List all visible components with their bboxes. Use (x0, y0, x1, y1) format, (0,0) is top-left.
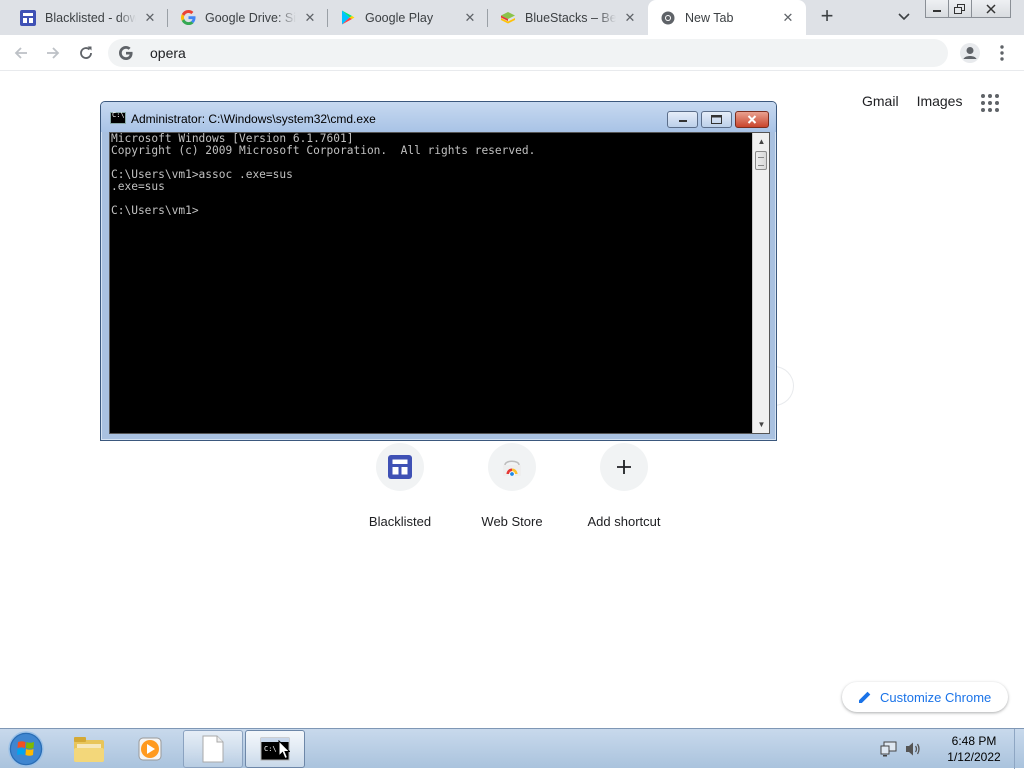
gmail-link[interactable]: Gmail (862, 93, 899, 109)
tab-close-icon[interactable]: ✕ (780, 10, 796, 26)
mouse-cursor-icon (278, 740, 290, 760)
address-bar[interactable] (108, 39, 948, 67)
back-arrow-icon[interactable] (9, 41, 33, 65)
tab-strip: Blacklisted - dow ✕ Google Drive: Sig ✕ … (0, 0, 1024, 36)
tab-close-icon[interactable]: ✕ (622, 10, 638, 26)
pencil-icon (858, 690, 872, 704)
bluestacks-icon (500, 10, 516, 26)
tab-title: Google Play (365, 10, 434, 25)
tab-close-icon[interactable]: ✕ (302, 10, 318, 26)
close-icon[interactable] (735, 111, 769, 128)
cmd-titlebar[interactable]: Administrator: C:\Windows\system32\cmd.e… (101, 102, 776, 132)
reload-icon[interactable] (74, 41, 98, 65)
restore-icon[interactable] (948, 0, 972, 18)
cmd-window[interactable]: Administrator: C:\Windows\system32\cmd.e… (100, 101, 777, 441)
shortcut-blacklisted[interactable]: Blacklisted (344, 443, 456, 533)
shortcut-web-store[interactable]: Web Store (456, 443, 568, 533)
clock-date: 1/12/2022 (947, 750, 1001, 764)
blacklisted-favicon-icon (388, 455, 412, 479)
close-window-icon[interactable] (971, 0, 1011, 18)
clock-time: 6:48 PM (951, 734, 997, 748)
shortcut-label: Web Store (481, 514, 543, 529)
system-tray (880, 729, 928, 769)
maximize-icon[interactable] (701, 111, 732, 128)
minimize-icon[interactable] (667, 111, 698, 128)
tab-close-icon[interactable]: ✕ (462, 10, 478, 26)
shortcut-label: Add shortcut (587, 514, 661, 529)
shortcut-tile (376, 443, 424, 491)
plus-icon (617, 460, 631, 474)
cmd-scrollbar[interactable]: ▲ ▼ (752, 133, 769, 433)
taskbar-explorer-icon[interactable] (59, 730, 119, 768)
tab-title: New Tab (685, 11, 734, 25)
taskbar-notepad-icon[interactable] (183, 730, 243, 768)
tab-google-play[interactable]: Google Play ✕ (328, 0, 488, 35)
browser-toolbar (0, 35, 1024, 71)
profile-avatar-icon[interactable] (958, 41, 982, 65)
show-desktop-button[interactable] (1014, 729, 1024, 769)
tab-new-tab[interactable]: New Tab ✕ (648, 0, 806, 36)
taskbar-clock[interactable]: 6:48 PM 1/12/2022 (934, 733, 1014, 765)
svg-text:C:\: C:\ (264, 745, 277, 753)
cmd-app-icon (110, 111, 126, 124)
cmd-window-controls (664, 111, 769, 128)
tab-search-chevron-icon[interactable] (893, 7, 915, 27)
images-link[interactable]: Images (917, 93, 963, 109)
google-apps-icon[interactable] (981, 94, 999, 112)
tab-blacklisted[interactable]: Blacklisted - dow ✕ (8, 0, 168, 35)
web-store-icon (503, 460, 521, 476)
browser-window-controls (925, 0, 1011, 18)
scroll-up-arrow-icon[interactable]: ▲ (753, 133, 770, 150)
taskbar-media-player-icon[interactable] (120, 730, 180, 768)
shortcut-tile (600, 443, 648, 491)
blacklisted-favicon-icon (20, 9, 36, 26)
tab-title: Blacklisted - dow (45, 10, 136, 25)
network-icon[interactable] (880, 740, 898, 758)
minimize-icon[interactable] (925, 0, 949, 18)
customize-label: Customize Chrome (880, 689, 992, 705)
google-g-icon (180, 10, 196, 26)
shortcut-label: Blacklisted (368, 514, 432, 529)
ntp-header-links: Gmail Images (862, 93, 980, 109)
chrome-icon (660, 10, 676, 26)
tab-google-drive[interactable]: Google Drive: Sig ✕ (168, 0, 328, 35)
taskbar-cmd-icon[interactable]: C:\ (245, 730, 305, 768)
taskbar: C:\ 6:48 PM 1/12/2022 (0, 728, 1024, 769)
google-play-icon (340, 10, 356, 26)
google-g-icon (118, 45, 134, 61)
tab-bluestacks[interactable]: BlueStacks – Best ✕ (488, 0, 648, 35)
tab-title: Google Drive: Sig (205, 10, 296, 25)
new-tab-plus-icon[interactable]: + (815, 5, 839, 29)
kebab-menu-icon[interactable] (992, 41, 1012, 65)
shortcut-tile (488, 443, 536, 491)
customize-chrome-button[interactable]: Customize Chrome (842, 682, 1008, 712)
scroll-thumb[interactable] (755, 151, 767, 170)
volume-icon[interactable] (904, 740, 922, 758)
tab-close-icon[interactable]: ✕ (142, 10, 158, 26)
cmd-console[interactable]: Microsoft Windows [Version 6.1.7601] Cop… (109, 132, 770, 434)
cmd-title: Administrator: C:\Windows\system32\cmd.e… (131, 112, 376, 126)
add-shortcut-button[interactable]: Add shortcut (568, 443, 680, 533)
tab-title: BlueStacks – Best (525, 10, 616, 25)
address-input[interactable] (150, 45, 850, 61)
windows-start-icon[interactable] (6, 730, 46, 768)
forward-arrow-icon[interactable] (41, 41, 65, 65)
cmd-output-text: Microsoft Windows [Version 6.1.7601] Cop… (111, 133, 536, 217)
scroll-down-arrow-icon[interactable]: ▼ (753, 416, 770, 433)
